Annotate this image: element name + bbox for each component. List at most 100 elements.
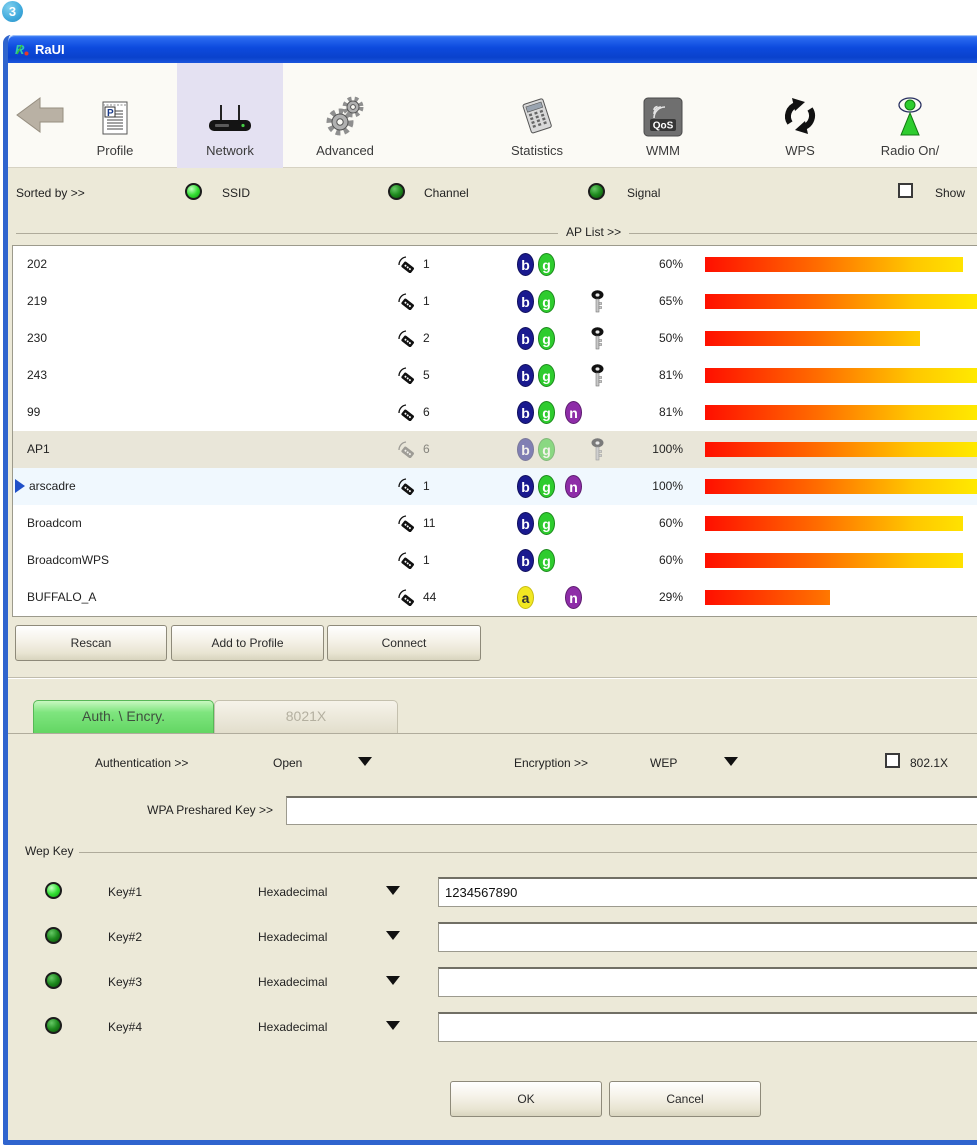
toolbar-button-statistics[interactable]: Statistics	[484, 63, 590, 168]
ap-row-buffalo-a[interactable]: BUFFALO_A 44 a n 29%	[13, 579, 977, 616]
ap-row-arscadre[interactable]: arscadre 1 b g n 100%	[13, 468, 977, 505]
wep-key2-label: Key#2	[108, 930, 143, 944]
ap-ssid: 219	[27, 294, 48, 308]
tab-auth-encry[interactable]: Auth. \ Encry.	[33, 700, 214, 733]
standard-g-badge: g	[538, 290, 555, 313]
svg-text:P: P	[107, 108, 114, 119]
add-to-profile-button[interactable]: Add to Profile	[171, 625, 324, 661]
window-title: RaUI	[35, 41, 65, 57]
channel-icon	[398, 441, 414, 458]
sort-label-ssid: SSID	[222, 186, 251, 200]
wep-key4-radio[interactable]	[45, 1017, 62, 1034]
toolbar-button-wmm[interactable]: QoS WMM	[610, 63, 716, 168]
signal-strength-bar	[705, 479, 977, 494]
back-arrow-icon	[16, 97, 64, 133]
wep-key3-format-dropdown-arrow-icon[interactable]	[386, 976, 400, 985]
tab-underline	[8, 733, 977, 734]
ap-channel: 11	[423, 516, 436, 530]
toolbar-button-advanced[interactable]: Advanced	[292, 63, 398, 168]
channel-icon	[398, 404, 414, 421]
dot1x-checkbox[interactable]	[885, 753, 900, 768]
signal-strength-bar	[705, 442, 977, 457]
ap-row-ap1[interactable]: AP1 6 b g 100%	[13, 431, 977, 468]
ap-signal-percent: 29%	[658, 590, 683, 604]
toolbar-button-network[interactable]: Network	[177, 63, 283, 168]
wpa-preshared-key-input[interactable]	[286, 796, 977, 825]
wep-key1-input[interactable]	[438, 877, 977, 907]
ap-row-230[interactable]: 230 2 b g 50%	[13, 320, 977, 357]
standard-g-badge: g	[538, 438, 555, 461]
ap-channel: 2	[423, 331, 430, 345]
wep-key2-radio[interactable]	[45, 927, 62, 944]
wep-key2-input[interactable]	[438, 922, 977, 952]
sort-radio-channel[interactable]	[388, 183, 405, 200]
encryption-dropdown-arrow-icon[interactable]	[724, 757, 738, 766]
window-titlebar[interactable]: R RaUI	[8, 35, 977, 63]
wep-key2-format[interactable]: Hexadecimal	[258, 930, 327, 944]
ap-ssid: arscadre	[29, 479, 76, 493]
sorted-by-label: Sorted by >>	[16, 186, 85, 200]
wep-key4-format-dropdown-arrow-icon[interactable]	[386, 1021, 400, 1030]
standard-b-badge: b	[517, 549, 534, 572]
tab-8021x[interactable]: 8021X	[214, 700, 398, 733]
annotation-step-badge: 3	[2, 1, 23, 22]
ap-ssid: Broadcom	[27, 516, 82, 530]
standard-b-badge: b	[517, 364, 534, 387]
wep-key1-format-dropdown-arrow-icon[interactable]	[386, 886, 400, 895]
connect-button[interactable]: Connect	[327, 625, 481, 661]
ap-row-99[interactable]: 99 6 b g n 81%	[13, 394, 977, 431]
wep-key4-format[interactable]: Hexadecimal	[258, 1020, 327, 1034]
toolbar-button-radio[interactable]: Radio On/	[857, 63, 963, 168]
wep-key1-format[interactable]: Hexadecimal	[258, 885, 327, 899]
ap-signal-percent: 65%	[658, 294, 683, 308]
standard-g-badge: g	[538, 549, 555, 572]
toolbar-label-wps: WPS	[785, 143, 815, 158]
ap-row-219[interactable]: 219 1 b g 65%	[13, 283, 977, 320]
ap-signal-percent: 60%	[658, 516, 683, 530]
authentication-value[interactable]: Open	[273, 756, 302, 770]
ap-row-broadcom[interactable]: Broadcom 11 b g 60%	[13, 505, 977, 542]
window-client-area: P Profile Network Advanced Statistics Qo…	[8, 63, 977, 1140]
ap-ssid: 202	[27, 257, 48, 271]
standard-g-badge: g	[538, 512, 555, 535]
standard-g-badge: g	[538, 364, 555, 387]
signal-strength-bar	[705, 516, 963, 531]
secured-key-icon	[591, 364, 604, 387]
ap-row-243[interactable]: 243 5 b g 81%	[13, 357, 977, 394]
svg-text:QoS: QoS	[653, 121, 674, 132]
wep-key3-format[interactable]: Hexadecimal	[258, 975, 327, 989]
wps-sync-icon	[785, 98, 815, 134]
wep-key1-label: Key#1	[108, 885, 143, 899]
ap-channel: 44	[423, 590, 437, 604]
toolbar-button-wps[interactable]: WPS	[747, 63, 853, 168]
wep-key4-label: Key#4	[108, 1020, 143, 1034]
back-button[interactable]	[16, 95, 64, 140]
ok-button[interactable]: OK	[450, 1081, 602, 1117]
rescan-button[interactable]: Rescan	[15, 625, 167, 661]
wep-key4-input[interactable]	[438, 1012, 977, 1042]
toolbar-label-radio: Radio On/	[880, 143, 940, 158]
sort-radio-ssid[interactable]	[185, 183, 202, 200]
advanced-gears-icon	[326, 96, 364, 136]
show-checkbox-label: Show	[935, 186, 966, 200]
secured-key-icon	[591, 290, 604, 313]
channel-icon	[398, 589, 414, 606]
standard-b-badge: b	[517, 401, 534, 424]
authentication-dropdown-arrow-icon[interactable]	[358, 757, 372, 766]
ap-row-broadcomwps[interactable]: BroadcomWPS 1 b g 60%	[13, 542, 977, 579]
encryption-value[interactable]: WEP	[650, 756, 677, 770]
wpa-preshared-key-label: WPA Preshared Key >>	[147, 803, 273, 817]
wep-key3-input[interactable]	[438, 967, 977, 997]
wep-key1-radio[interactable]	[45, 882, 62, 899]
show-checkbox[interactable]	[898, 183, 913, 198]
sort-radio-signal[interactable]	[588, 183, 605, 200]
raui-window: R RaUI P Profile Network Advanced Statis…	[3, 35, 977, 1145]
wep-key2-format-dropdown-arrow-icon[interactable]	[386, 931, 400, 940]
ap-signal-percent: 81%	[658, 405, 683, 419]
secured-key-icon-gray	[591, 438, 604, 461]
ap-list-group-line	[16, 233, 977, 234]
toolbar-button-profile[interactable]: P Profile	[62, 63, 168, 168]
ap-row-202[interactable]: 202 1 b g 60%	[13, 246, 977, 283]
cancel-button[interactable]: Cancel	[609, 1081, 761, 1117]
wep-key3-radio[interactable]	[45, 972, 62, 989]
